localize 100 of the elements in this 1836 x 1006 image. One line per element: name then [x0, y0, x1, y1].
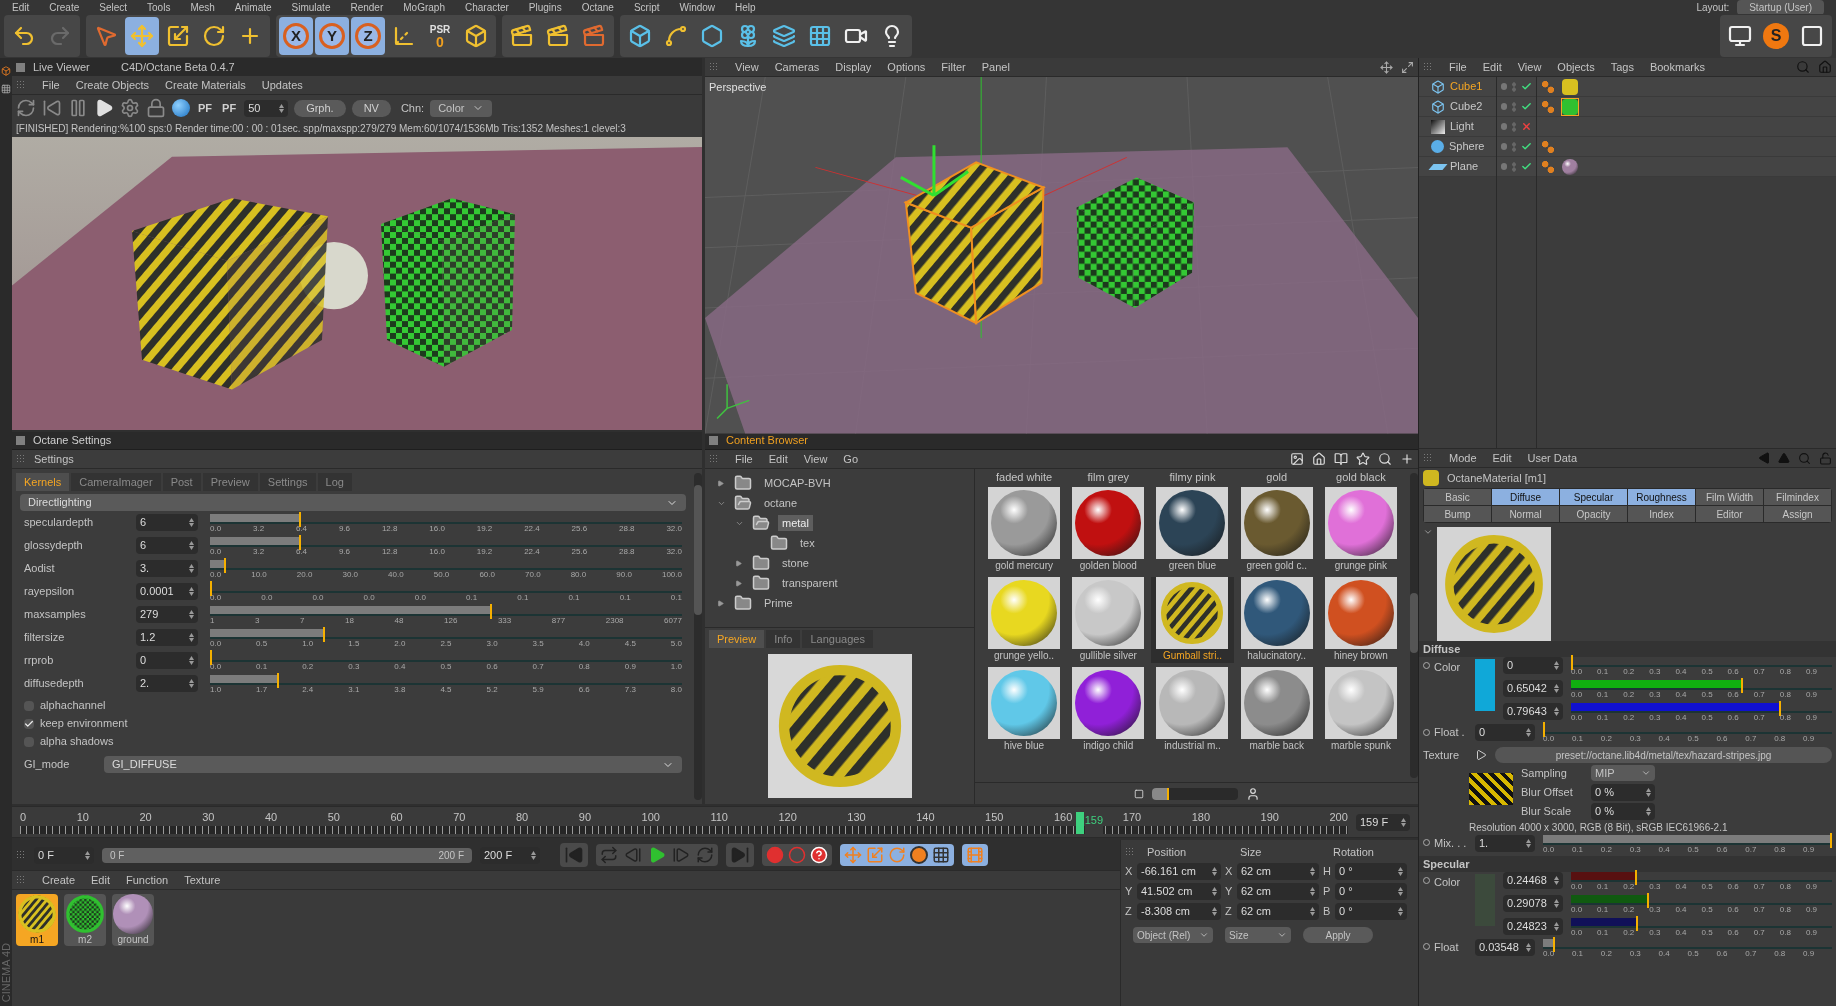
number-field[interactable]: 41.502 cm	[1137, 883, 1221, 900]
spinner-icon[interactable]	[1554, 661, 1559, 670]
layout-dropdown[interactable]: Startup (User)	[1737, 0, 1824, 15]
spinner-icon[interactable]	[1398, 907, 1403, 916]
spinner-icon[interactable]	[189, 564, 194, 573]
slider-thumb[interactable]	[1553, 936, 1556, 952]
slider-track[interactable]	[210, 583, 682, 593]
number-field[interactable]: 0.29078	[1503, 894, 1563, 912]
spinner-icon[interactable]	[189, 633, 194, 642]
slider-track[interactable]	[210, 652, 682, 662]
menu-item[interactable]: Edit	[12, 0, 30, 15]
spinner-icon[interactable]	[1526, 838, 1531, 848]
spinner-icon[interactable]	[1554, 684, 1559, 693]
preview-tab[interactable]: Languages	[802, 630, 873, 648]
attribute-tab[interactable]: Roughness	[1628, 489, 1695, 505]
visibility-dots-icon[interactable]	[1512, 101, 1516, 112]
slider-thumb[interactable]	[323, 627, 326, 642]
attribute-tab[interactable]: Assign	[1764, 506, 1831, 522]
menu-item[interactable]: View	[1517, 58, 1542, 76]
spinner-icon[interactable]	[1212, 887, 1217, 896]
axis-toggle-button[interactable]: Y	[315, 17, 349, 55]
spinner-icon[interactable]	[189, 518, 194, 527]
material-tile[interactable]: industrial m..	[1151, 667, 1234, 753]
number-field[interactable]: 2.	[136, 675, 198, 692]
tree-item[interactable]: stone	[778, 554, 813, 572]
menu-item[interactable]: Edit	[91, 871, 110, 889]
checkbox-row[interactable]: keep environment	[24, 716, 682, 731]
slider-track[interactable]	[210, 537, 682, 547]
menu-item[interactable]: Edit	[1482, 58, 1502, 76]
number-field[interactable]: 0 %	[1591, 802, 1655, 820]
attribute-tab[interactable]: Basic	[1424, 489, 1491, 505]
number-field[interactable]: 0 °	[1335, 863, 1407, 880]
slider-thumb[interactable]	[224, 558, 227, 573]
scrollbar[interactable]	[694, 473, 702, 800]
spinner-icon[interactable]	[189, 656, 194, 665]
check-icon[interactable]	[1521, 101, 1532, 112]
menu-item[interactable]: Create Objects	[75, 76, 150, 94]
attribute-tab[interactable]: Index	[1628, 506, 1695, 522]
number-field[interactable]: -66.161 cm	[1137, 863, 1221, 880]
menu-item[interactable]: Animate	[234, 0, 272, 15]
number-field[interactable]: 0.79643	[1503, 703, 1563, 720]
menu-item[interactable]: File	[735, 450, 753, 468]
menu-item[interactable]: Create Materials	[165, 76, 246, 94]
check-icon[interactable]	[1521, 161, 1532, 172]
menu-item[interactable]: MoGraph	[403, 0, 445, 15]
slider-track[interactable]	[1571, 657, 1832, 667]
material-tile[interactable]: halucinatory..	[1235, 577, 1318, 663]
spinner-icon[interactable]	[1646, 787, 1651, 797]
slider-track[interactable]	[210, 560, 682, 570]
spinner-icon[interactable]	[1554, 921, 1559, 931]
number-field[interactable]: 0 %	[1591, 783, 1655, 801]
menu-item[interactable]: Cameras	[774, 58, 820, 76]
menu-item[interactable]: View	[735, 58, 759, 76]
menu-item[interactable]: Plugins	[528, 0, 562, 15]
number-field[interactable]: 1.	[1475, 834, 1535, 852]
spinner-icon[interactable]	[1212, 867, 1217, 876]
psr-button[interactable]: PSR 0	[423, 17, 457, 55]
toggle-button[interactable]: NV	[351, 99, 391, 117]
spinner-icon[interactable]	[531, 850, 536, 860]
apply-button[interactable]: Apply	[1303, 927, 1373, 943]
material-tile[interactable]: gullible silver	[1067, 577, 1150, 663]
spinner-icon[interactable]	[1398, 867, 1403, 876]
number-field[interactable]: 0.03548	[1475, 938, 1535, 956]
material-tile[interactable]: gold mercury	[983, 487, 1066, 573]
kernel-dropdown[interactable]: Directlighting	[20, 494, 686, 511]
number-field[interactable]: 50	[244, 99, 289, 117]
material-tile[interactable]: green blue	[1151, 487, 1234, 573]
settings-tab[interactable]: Log	[317, 473, 352, 491]
axis-toggle-button[interactable]: X	[279, 17, 313, 55]
visibility-dots-icon[interactable]	[1512, 161, 1516, 172]
color-swatch[interactable]	[1475, 659, 1495, 711]
number-field[interactable]: 62 cm	[1237, 883, 1319, 900]
pf-button[interactable]: PF	[196, 99, 215, 117]
number-field[interactable]: -8.308 cm	[1137, 903, 1221, 920]
number-field[interactable]: 0 °	[1335, 883, 1407, 900]
slider-thumb[interactable]	[1635, 915, 1638, 931]
axis-toggle-button[interactable]: Z	[351, 17, 385, 55]
check-icon[interactable]	[1521, 141, 1532, 152]
number-field[interactable]: 0	[1503, 657, 1563, 674]
number-field[interactable]: 0.65042	[1503, 680, 1563, 697]
tree-item[interactable]: octane	[760, 494, 802, 512]
checkbox-row[interactable]: alphachannel	[24, 698, 682, 713]
material-tile[interactable]: Gumball stri..	[1151, 577, 1234, 663]
spinner-icon[interactable]	[279, 103, 285, 113]
visibility-dots-icon[interactable]	[1512, 121, 1516, 132]
spinner-icon[interactable]	[189, 679, 194, 688]
number-field[interactable]: 0.24823	[1503, 917, 1563, 935]
menu-item[interactable]: Mode	[1449, 449, 1477, 467]
material-tile[interactable]: grunge pink	[1319, 487, 1402, 573]
menu-item[interactable]: Select	[99, 0, 128, 15]
attribute-tab[interactable]: Opacity	[1560, 506, 1627, 522]
visibility-dots-icon[interactable]	[1512, 141, 1516, 152]
attribute-tab[interactable]: Bump	[1424, 506, 1491, 522]
slider-track[interactable]	[1571, 917, 1832, 928]
menu-item[interactable]: Mesh	[190, 0, 215, 15]
number-field[interactable]: 279	[136, 606, 198, 623]
spinner-icon[interactable]	[1554, 898, 1559, 908]
material-swatch[interactable]: m2	[64, 894, 106, 946]
menu-item[interactable]: Octane	[581, 0, 614, 15]
size-slider[interactable]	[1151, 787, 1238, 800]
